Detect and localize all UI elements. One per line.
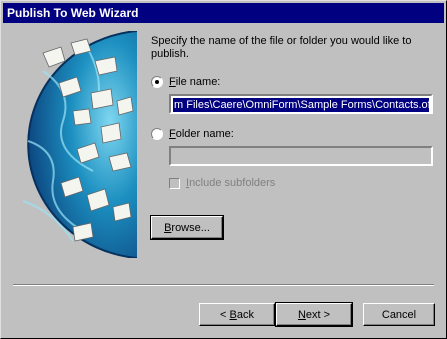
wizard-window: Publish To Web Wizard Specify the name o… (0, 0, 447, 339)
browse-button[interactable]: Browse... (150, 215, 224, 240)
footer-separator (13, 284, 434, 286)
next-button-label: Next > (297, 308, 331, 321)
folder-name-option[interactable]: Folder name: (151, 128, 234, 140)
folder-name-radio[interactable] (151, 128, 163, 140)
folder-name-input[interactable] (169, 146, 433, 166)
file-name-option[interactable]: File name: (151, 76, 220, 88)
back-button[interactable]: < Back (199, 303, 275, 326)
instruction-text: Specify the name of the file or folder y… (151, 35, 412, 60)
next-button[interactable]: Next > (275, 302, 353, 327)
window-title: Publish To Web Wizard (7, 6, 139, 20)
back-button-label: < Back (220, 308, 254, 321)
cancel-button[interactable]: Cancel (363, 303, 435, 326)
file-name-radio[interactable] (151, 76, 163, 88)
title-bar[interactable]: Publish To Web Wizard (3, 3, 444, 23)
file-name-input[interactable]: m Files\Caere\OmniForm\Sample Forms\Cont… (169, 94, 433, 114)
cancel-button-label: Cancel (381, 308, 417, 321)
include-subfolders-label: Include subfolders (186, 177, 276, 189)
include-subfolders-checkbox[interactable] (169, 177, 180, 189)
file-name-label: File name: (169, 76, 221, 88)
file-name-value: m Files\Caere\OmniForm\Sample Forms\Cont… (173, 98, 429, 112)
folder-name-label: Folder name: (169, 128, 234, 140)
globe-illustration (13, 31, 137, 258)
include-subfolders-option[interactable]: Include subfolders (169, 177, 275, 189)
browse-button-label: Browse... (164, 221, 210, 234)
